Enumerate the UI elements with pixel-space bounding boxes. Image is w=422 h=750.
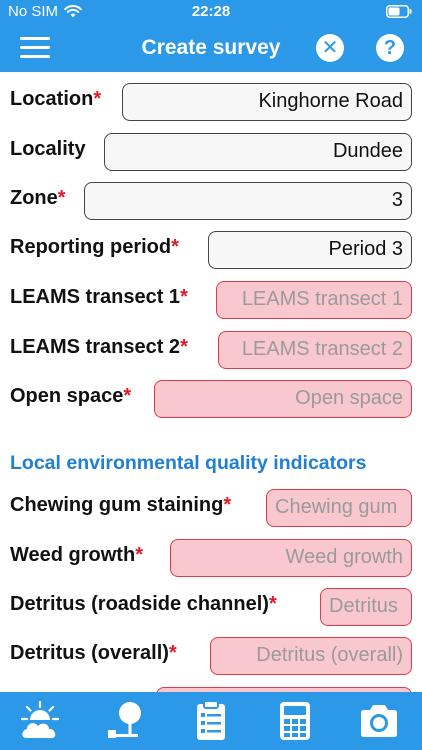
open-space-row: Open space* Open space <box>0 371 422 421</box>
leams-transect-2-field[interactable]: LEAMS transect 2 <box>218 331 412 369</box>
detritus-roadside-row: Detritus (roadside channel)* Detritus <box>0 579 422 629</box>
chewing-gum-label: Chewing gum staining* <box>10 494 232 516</box>
reporting-period-field[interactable]: Period 3 <box>208 231 412 269</box>
reporting-period-row: Reporting period* Period 3 <box>0 222 422 272</box>
battery-icon <box>386 5 412 18</box>
location-row: Location* Kinghorne Road <box>0 74 422 124</box>
indicators-heading: Local environmental quality indicators <box>10 452 367 474</box>
locality-label: Locality <box>10 138 86 160</box>
survey-form: Location* Kinghorne Road Locality Dundee… <box>0 72 422 692</box>
weather-icon[interactable] <box>18 698 64 744</box>
leams-transect-1-field[interactable]: LEAMS transect 1 <box>216 281 412 319</box>
leams-transect-1-label: LEAMS transect 1* <box>10 286 188 308</box>
leams-transect-2-label: LEAMS transect 2* <box>10 336 188 358</box>
close-icon[interactable]: ✕ <box>316 34 344 62</box>
location-field[interactable]: Kinghorne Road <box>122 83 412 121</box>
zone-field[interactable]: 3 <box>84 182 412 220</box>
open-space-field[interactable]: Open space <box>154 380 412 418</box>
zone-label: Zone* <box>10 187 66 209</box>
weed-growth-label: Weed growth* <box>10 544 143 566</box>
calculator-icon[interactable] <box>272 698 318 744</box>
clock: 22:28 <box>191 3 231 20</box>
help-icon[interactable]: ? <box>376 34 404 62</box>
tree-icon[interactable] <box>102 698 148 744</box>
page-title: Create survey <box>141 36 281 59</box>
tab-bar <box>0 692 422 750</box>
nav-bar: Create survey ✕ ? <box>0 24 422 72</box>
detritus-overall-field[interactable]: Detritus (overall) <box>210 637 412 675</box>
open-space-label: Open space* <box>10 385 132 407</box>
locality-field[interactable]: Dundee <box>104 133 412 171</box>
leams-transect-1-row: LEAMS transect 1* LEAMS transect 1 <box>0 272 422 322</box>
detritus-overall-row: Detritus (overall)* Detritus (overall) <box>0 628 422 678</box>
camera-icon[interactable] <box>356 698 402 744</box>
reporting-period-label: Reporting period* <box>10 236 179 258</box>
zone-row: Zone* 3 <box>0 173 422 223</box>
weed-growth-row: Weed growth* Weed growth <box>0 530 422 580</box>
weed-growth-field[interactable]: Weed growth <box>170 539 412 577</box>
leams-transect-2-row: LEAMS transect 2* LEAMS transect 2 <box>0 322 422 372</box>
location-label: Location* <box>10 88 102 110</box>
chewing-gum-row: Chewing gum staining* Chewing gum <box>0 480 422 530</box>
next-row-partial <box>0 678 422 692</box>
detritus-roadside-field[interactable]: Detritus <box>320 588 412 626</box>
detritus-roadside-label: Detritus (roadside channel)* <box>10 593 277 615</box>
chewing-gum-field[interactable]: Chewing gum <box>266 489 412 527</box>
clipboard-icon[interactable] <box>188 698 234 744</box>
locality-row: Locality Dundee <box>0 124 422 174</box>
status-bar: No SIM 22:28 <box>0 0 422 24</box>
detritus-overall-label: Detritus (overall)* <box>10 642 177 664</box>
